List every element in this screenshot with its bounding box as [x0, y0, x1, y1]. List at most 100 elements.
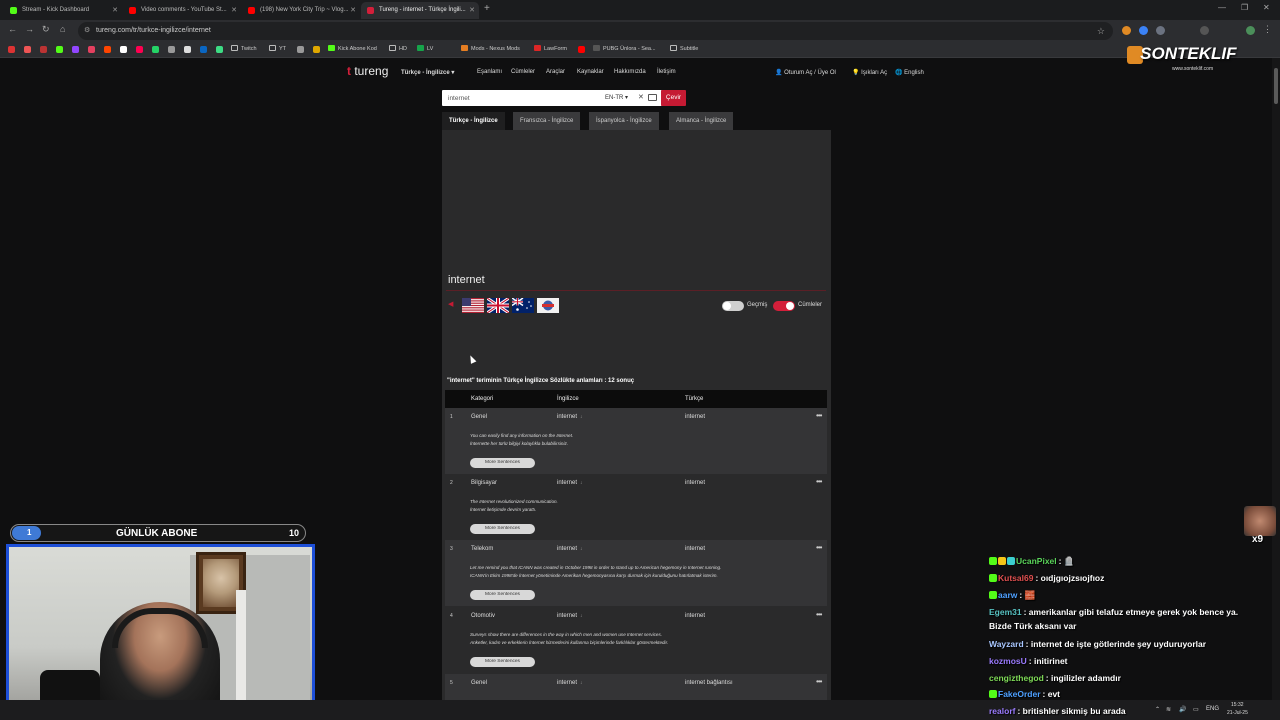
youglish-icon[interactable]	[537, 298, 559, 313]
nav-contact[interactable]: İletişim	[657, 69, 676, 75]
row-turkish[interactable]: internet	[685, 480, 705, 486]
tab-turkish-english[interactable]: Türkçe - İngilizce	[442, 112, 505, 130]
bookmark-star-icon[interactable]: ☆	[1097, 22, 1105, 40]
forward-icon[interactable]: →	[25, 24, 34, 34]
pronounce-icon[interactable]: ↓	[580, 414, 583, 420]
speaker-icon[interactable]: ◀	[448, 300, 453, 308]
nav-tools[interactable]: Araçlar	[546, 69, 565, 75]
bookmark-icon[interactable]	[24, 46, 31, 53]
translate-button[interactable]: Çevir	[661, 90, 686, 106]
more-options-icon[interactable]: •••	[816, 411, 822, 420]
bookmark-pubg[interactable]: PUBG Ünlora - Sea...	[593, 45, 656, 52]
whatsapp-icon[interactable]	[152, 46, 159, 53]
row-english[interactable]: internet ↓	[557, 680, 583, 686]
more-sentences-button[interactable]: More Sentences	[470, 657, 535, 667]
bookmark-icon[interactable]	[297, 46, 304, 53]
bookmark-icon[interactable]	[184, 46, 191, 53]
clear-icon[interactable]: ✕	[638, 93, 644, 101]
more-options-icon[interactable]: •••	[816, 677, 822, 686]
row-english[interactable]: internet ↓	[557, 613, 583, 619]
row-turkish[interactable]: internet	[685, 414, 705, 420]
search-input[interactable]	[442, 90, 592, 106]
australia-flag-icon[interactable]	[512, 298, 534, 313]
minimize-icon[interactable]: —	[1218, 3, 1226, 12]
bookmark-lv[interactable]: LV	[417, 45, 433, 52]
bookmark-nexus-mods[interactable]: Mods - Nexus Mods	[461, 45, 520, 52]
bookmark-icon[interactable]	[40, 46, 47, 53]
tureng-logo[interactable]: t tureng	[347, 64, 388, 78]
extension-icon[interactable]	[1200, 26, 1209, 35]
scrollbar-thumb[interactable]	[1274, 68, 1278, 104]
row-category[interactable]: Telekom	[471, 546, 493, 552]
twitch-icon[interactable]	[72, 46, 79, 53]
nav-sentences[interactable]: Cümleler	[511, 69, 535, 75]
extension-icon[interactable]	[1139, 26, 1148, 35]
sentences-toggle[interactable]	[773, 301, 795, 311]
pronounce-icon[interactable]: ↓	[580, 613, 583, 619]
bookmark-lawform[interactable]: LawForm	[534, 45, 567, 52]
browser-tab[interactable]: Stream - Kick Dashboard ✕	[4, 2, 122, 19]
close-tab-icon[interactable]: ✕	[350, 2, 356, 19]
input-language[interactable]: ENG	[1206, 706, 1219, 712]
reddit-icon[interactable]	[104, 46, 111, 53]
more-sentences-button[interactable]: More Sentences	[470, 590, 535, 600]
more-options-icon[interactable]: •••	[816, 477, 822, 486]
us-flag-icon[interactable]	[462, 298, 484, 313]
reload-icon[interactable]: ↻	[42, 24, 50, 35]
nav-about[interactable]: Hakkımızda	[614, 69, 646, 75]
more-sentences-button[interactable]: More Sentences	[470, 458, 535, 468]
pronounce-icon[interactable]: ↓	[580, 546, 583, 552]
battery-icon[interactable]: ▭	[1193, 706, 1199, 713]
youtube-icon[interactable]	[578, 46, 585, 53]
row-english[interactable]: internet ↓	[557, 546, 583, 552]
nav-language[interactable]: 🌐 English	[895, 69, 924, 76]
bookmark-twitch[interactable]: Twitch	[231, 45, 257, 52]
nav-dictionary-select[interactable]: Türkçe - İngilizce ▾	[401, 69, 454, 76]
home-icon[interactable]: ⌂	[60, 24, 65, 34]
x-icon[interactable]	[120, 46, 127, 53]
tab-spanish-english[interactable]: İspanyolca - İngilizce	[589, 112, 659, 130]
tray-chevron-icon[interactable]: ⌃	[1155, 706, 1160, 713]
page-scrollbar[interactable]	[1272, 58, 1280, 700]
row-category[interactable]: Genel	[471, 414, 487, 420]
row-turkish[interactable]: internet	[685, 546, 705, 552]
tab-french-english[interactable]: Fransızca - İngilizce	[513, 112, 581, 130]
instagram-icon[interactable]	[88, 46, 95, 53]
new-tab-button[interactable]: +	[484, 3, 490, 14]
bookmark-subtitle[interactable]: Subtitle	[670, 45, 698, 52]
extension-icon[interactable]	[1122, 26, 1131, 35]
row-turkish[interactable]: internet bağlantısı	[685, 680, 733, 686]
profile-avatar[interactable]	[1246, 26, 1255, 35]
extension-icon[interactable]	[1156, 26, 1165, 35]
address-bar[interactable]: ⚙ tureng.com/tr/turkce-ingilizce/interne…	[78, 22, 1113, 40]
keyboard-icon[interactable]	[648, 94, 657, 101]
row-category[interactable]: Genel	[471, 680, 487, 686]
more-sentences-button[interactable]: More Sentences	[470, 524, 535, 534]
more-options-icon[interactable]: •••	[816, 610, 822, 619]
bookmark-yt[interactable]: YT	[269, 45, 286, 52]
volume-icon[interactable]: 🔊	[1179, 706, 1186, 713]
bookmark-hd[interactable]: HD	[389, 45, 407, 52]
browser-tab[interactable]: (198) New York City Trip ~ Vlog... ✕	[242, 2, 360, 19]
close-tab-icon[interactable]: ✕	[231, 2, 237, 19]
close-tab-icon[interactable]: ✕	[469, 2, 475, 19]
language-select[interactable]: EN-TR ▾	[605, 94, 628, 101]
row-english[interactable]: internet ↓	[557, 480, 583, 486]
row-category[interactable]: Otomotiv	[471, 613, 495, 619]
row-english[interactable]: internet ↓	[557, 414, 583, 420]
bookmark-icon[interactable]	[313, 46, 320, 53]
linkedin-icon[interactable]	[200, 46, 207, 53]
nav-sources[interactable]: Kaynaklar	[577, 69, 604, 75]
android-icon[interactable]	[216, 46, 223, 53]
pronounce-icon[interactable]: ↓	[580, 680, 583, 686]
wifi-icon[interactable]: ≋	[1166, 706, 1171, 713]
browser-tab-active[interactable]: Tureng - internet - Türkçe İngili... ✕	[361, 2, 479, 19]
browser-tab[interactable]: Video comments - YouTube St... ✕	[123, 2, 241, 19]
tiktok-icon[interactable]	[136, 46, 143, 53]
menu-kebab-icon[interactable]: ⋮	[1263, 24, 1272, 35]
maximize-icon[interactable]: ❐	[1241, 3, 1248, 12]
bookmark-kick-abone-kod[interactable]: Kick Abone Kod	[328, 45, 377, 52]
nav-login[interactable]: 👤 Oturum Aç / Üye Ol	[775, 69, 836, 76]
clock-date[interactable]: 21-Jul-25	[1227, 710, 1248, 716]
pronounce-icon[interactable]: ↓	[580, 480, 583, 486]
